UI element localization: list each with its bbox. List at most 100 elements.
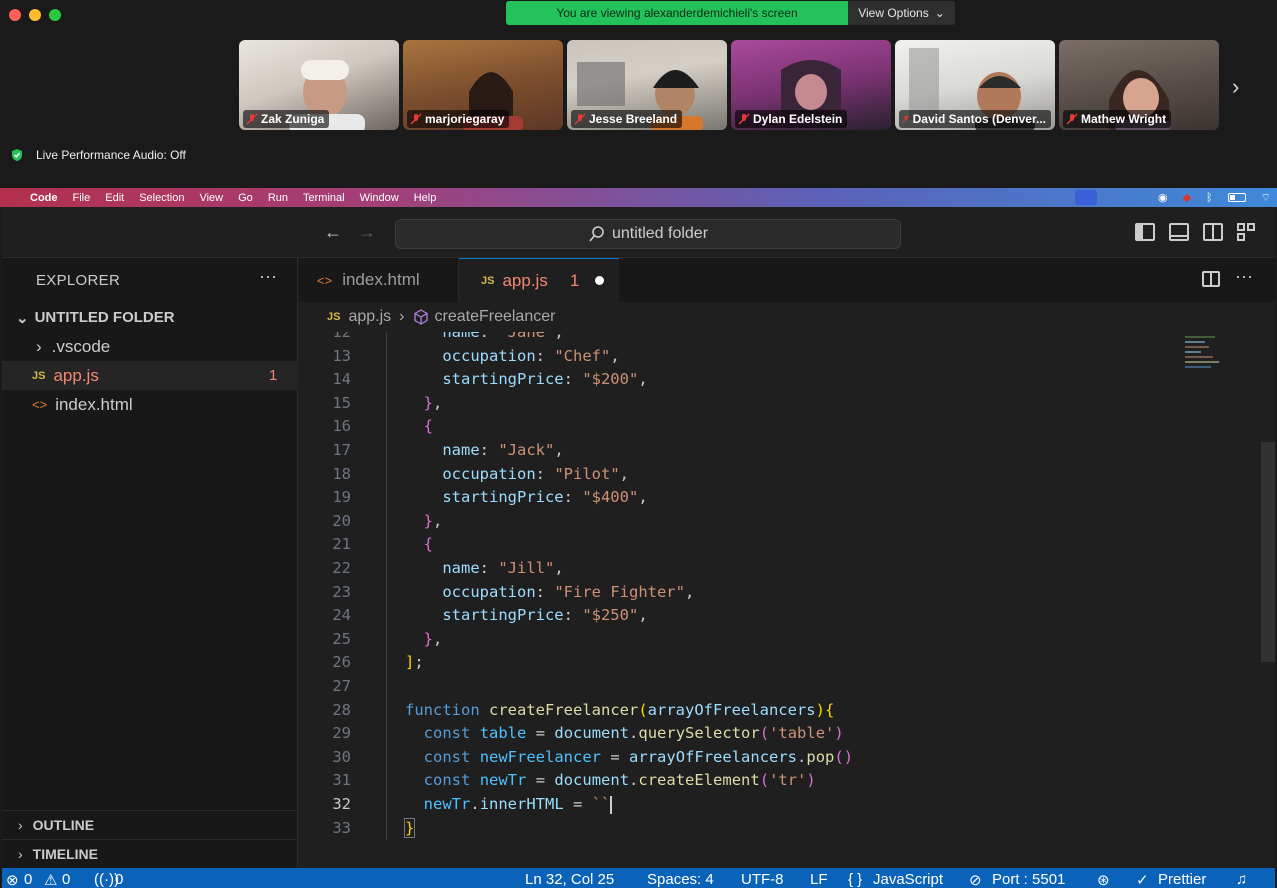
- mic-muted-icon: [1066, 113, 1078, 125]
- diamond-icon[interactable]: ◆: [1183, 191, 1191, 204]
- accounts-off-icon[interactable]: ⊛: [1097, 871, 1110, 888]
- bluetooth-icon[interactable]: ᛒ: [1206, 192, 1213, 204]
- menu-edit[interactable]: Edit: [105, 192, 124, 204]
- more-actions-icon[interactable]: ···: [259, 266, 277, 287]
- code-line: 18 occupation: "Pilot",: [299, 463, 1275, 487]
- chevron-down-icon: ⌄: [16, 309, 29, 327]
- js-file-icon: JS: [327, 311, 341, 323]
- screen-share-icon[interactable]: [1074, 190, 1097, 205]
- cursor-position[interactable]: Ln 32, Col 25: [525, 871, 614, 888]
- vscode-title-bar: ← → untitled folder: [2, 207, 1275, 258]
- unsaved-dot-icon[interactable]: [595, 276, 605, 285]
- menu-terminal[interactable]: Terminal: [303, 192, 345, 204]
- menu-window[interactable]: Window: [360, 192, 399, 204]
- wifi-icon[interactable]: ⌔: [1261, 191, 1271, 205]
- prettier-status[interactable]: Prettier: [1158, 871, 1206, 888]
- breadcrumb-file[interactable]: app.js: [348, 308, 391, 326]
- warning-count[interactable]: 0: [62, 871, 70, 888]
- encoding[interactable]: UTF-8: [741, 871, 784, 888]
- menu-view[interactable]: View: [199, 192, 223, 204]
- bell-icon[interactable]: ♫: [1236, 871, 1247, 888]
- js-file-icon: JS: [481, 274, 495, 287]
- participant-tile[interactable]: Zak Zuniga: [239, 40, 399, 130]
- tab-index-html[interactable]: <> index.html: [299, 258, 459, 302]
- menu-go[interactable]: Go: [238, 192, 253, 204]
- folder-header[interactable]: ⌄ UNTITLED FOLDER: [2, 303, 298, 332]
- line-number: 22: [332, 559, 351, 577]
- tree-item-label: .vscode: [51, 336, 111, 356]
- command-center-search[interactable]: untitled folder: [395, 219, 901, 249]
- tree-item-app-js[interactable]: JS app.js 1: [2, 361, 298, 390]
- code-line: 20 },: [299, 510, 1275, 534]
- more-actions-icon[interactable]: ···: [1235, 266, 1253, 287]
- forward-arrow-icon[interactable]: →: [358, 222, 376, 243]
- outline-section[interactable]: › OUTLINE: [2, 810, 298, 839]
- menu-app-name[interactable]: Code: [30, 192, 58, 204]
- braces-icon: { }: [848, 871, 863, 888]
- menu-file[interactable]: File: [73, 192, 91, 204]
- code-line: 25 },: [299, 628, 1275, 652]
- participant-name: Zak Zuniga: [261, 112, 325, 126]
- chevron-down-icon: ⌄: [934, 6, 945, 20]
- line-number: 28: [332, 700, 351, 719]
- menu-selection[interactable]: Selection: [139, 192, 184, 204]
- split-editor-icon[interactable]: [1202, 271, 1220, 287]
- participant-tile[interactable]: Jesse Breeland: [567, 40, 727, 130]
- battery-icon[interactable]: [1227, 193, 1246, 202]
- error-icon[interactable]: ⊗: [6, 871, 19, 888]
- share-message: You are viewing alexanderdemichieli's sc…: [506, 1, 848, 25]
- code-line: 12 name: "Jane",: [299, 332, 1275, 345]
- participant-tile[interactable]: Mathew Wright: [1059, 40, 1219, 130]
- tree-item-vscode[interactable]: › .vscode: [2, 332, 298, 361]
- sync-icon[interactable]: ◉: [1158, 191, 1168, 204]
- customize-layout-icon[interactable]: [1237, 223, 1257, 241]
- code-line: 17 name: "Jack",: [299, 439, 1275, 463]
- toggle-secondary-sidebar-icon[interactable]: [1203, 223, 1223, 241]
- line-number: 32: [332, 795, 351, 813]
- maximize-window-button[interactable]: [49, 9, 61, 21]
- minimize-window-button[interactable]: [29, 9, 41, 21]
- tree-item-index-html[interactable]: <> index.html: [2, 390, 298, 419]
- breadcrumb-symbol[interactable]: createFreelancer: [435, 308, 556, 326]
- participant-name: Mathew Wright: [1081, 112, 1167, 126]
- menu-help[interactable]: Help: [414, 192, 437, 204]
- participant-tile[interactable]: David Santos (Denver...: [895, 40, 1055, 130]
- line-number: 19: [332, 488, 351, 507]
- chevron-right-icon: ›: [18, 846, 23, 862]
- shield-check-icon: [12, 149, 22, 161]
- language-mode[interactable]: JavaScript: [873, 871, 943, 888]
- participant-name: Jesse Breeland: [589, 112, 678, 126]
- menu-run[interactable]: Run: [268, 192, 288, 204]
- minimap[interactable]: [1185, 336, 1225, 386]
- ports-count[interactable]: 0: [115, 871, 123, 888]
- js-file-icon: JS: [32, 369, 46, 382]
- participant-tile[interactable]: marjoriegaray: [403, 40, 563, 130]
- tab-app-js[interactable]: JS app.js 1: [459, 258, 619, 302]
- mic-muted-icon: [902, 115, 910, 123]
- toggle-primary-sidebar-icon[interactable]: [1135, 223, 1155, 241]
- error-count[interactable]: 0: [24, 871, 32, 888]
- zoom-meeting-panel: You are viewing alexanderdemichieli's sc…: [0, 0, 1277, 188]
- chevron-right-icon[interactable]: ›: [1232, 74, 1239, 100]
- line-number: 17: [332, 441, 351, 459]
- warning-icon[interactable]: ⚠: [44, 871, 57, 888]
- outline-label: OUTLINE: [32, 817, 95, 833]
- view-options-button[interactable]: View Options ⌄: [848, 1, 955, 25]
- code-editor[interactable]: 12 name: "Jane", 13 occupation: "Chef", …: [299, 332, 1275, 868]
- toggle-panel-icon[interactable]: [1169, 223, 1189, 241]
- participant-name: Dylan Edelstein: [753, 112, 843, 126]
- live-server-port[interactable]: Port : 5501: [992, 871, 1065, 888]
- back-arrow-icon[interactable]: ←: [324, 222, 342, 243]
- code-line: 21 {: [299, 533, 1275, 557]
- close-window-button[interactable]: [9, 9, 21, 21]
- chevron-right-icon: ›: [36, 336, 42, 356]
- participant-name: David Santos (Denver...: [912, 112, 1046, 126]
- participant-tile[interactable]: Dylan Edelstein: [731, 40, 891, 130]
- double-check-icon: ✓: [1136, 872, 1149, 888]
- participant-name-label: Dylan Edelstein: [735, 110, 848, 128]
- search-icon: [589, 226, 604, 242]
- indentation[interactable]: Spaces: 4: [647, 871, 714, 888]
- timeline-section[interactable]: › TIMELINE: [2, 839, 298, 868]
- vertical-scrollbar[interactable]: [1261, 442, 1275, 662]
- end-of-line[interactable]: LF: [810, 871, 828, 888]
